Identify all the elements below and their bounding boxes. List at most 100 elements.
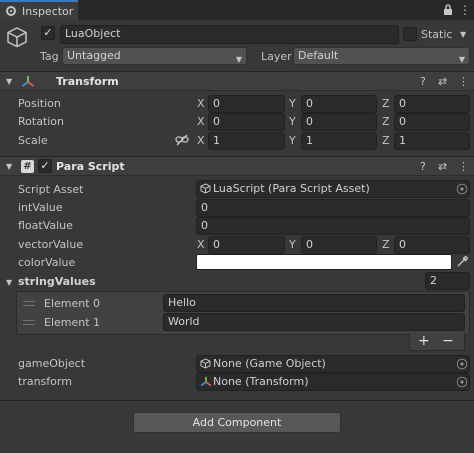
string-values-list: Element 0 Hello Element 1 World [16, 291, 470, 335]
game-object-label: gameObject [18, 357, 86, 370]
list-footer: + − [409, 333, 465, 351]
y-axis-label[interactable]: Y [289, 134, 296, 147]
tag-dropdown[interactable]: Untagged ▼ [62, 47, 247, 65]
x-axis-label[interactable]: X [197, 134, 205, 147]
settings-icon[interactable]: ⇄ [438, 160, 447, 173]
rotation-x-input[interactable]: 0 [208, 113, 285, 131]
z-axis-label[interactable]: Z [382, 97, 390, 110]
fold-arrow-icon[interactable]: ▼ [6, 278, 12, 287]
x-axis-label[interactable]: X [197, 115, 205, 128]
y-axis-label[interactable]: Y [289, 238, 296, 251]
position-z-input[interactable]: 0 [394, 95, 470, 113]
inspector-icon [6, 6, 16, 16]
eyedropper-icon[interactable] [456, 255, 469, 268]
tab-bar: Inspector ⋮ [0, 0, 474, 20]
color-value-label: colorValue [18, 256, 76, 269]
float-value-input[interactable]: 0 [196, 217, 470, 235]
scale-y-input[interactable]: 1 [301, 132, 377, 150]
string-values-label: stringValues [18, 275, 96, 288]
position-y-input[interactable]: 0 [301, 95, 377, 113]
float-value-label: floatValue [18, 219, 73, 232]
active-checkbox[interactable]: ✓ [41, 26, 55, 40]
static-checkbox[interactable] [403, 27, 417, 41]
script-asset-value: LuaScript (Para Script Asset) [213, 182, 370, 195]
int-value-label: intValue [18, 201, 63, 214]
vector-value-label: vectorValue [18, 238, 84, 251]
drag-handle-icon[interactable] [23, 320, 35, 325]
drag-handle-icon[interactable] [23, 301, 35, 306]
element-0-input[interactable]: Hello [163, 294, 465, 312]
vector-z-input[interactable]: 0 [394, 236, 470, 254]
position-label: Position [18, 97, 61, 110]
rotation-z-input[interactable]: 0 [394, 113, 470, 131]
z-axis-label[interactable]: Z [382, 238, 390, 251]
object-picker-icon[interactable] [456, 183, 468, 195]
add-component-button[interactable]: Add Component [133, 412, 341, 433]
position-x-input[interactable]: 0 [208, 95, 285, 113]
x-axis-label[interactable]: X [197, 97, 205, 110]
tab-menu-icon[interactable]: ⋮ [459, 3, 471, 17]
int-value-input[interactable]: 0 [196, 199, 470, 217]
rotation-label: Rotation [18, 115, 65, 128]
object-name-input[interactable]: LuaObject [60, 25, 399, 44]
vector-x-input[interactable]: 0 [208, 236, 285, 254]
check-icon: ✓ [43, 26, 53, 39]
remove-element-button[interactable]: − [442, 333, 454, 349]
help-icon[interactable]: ? [420, 160, 426, 173]
transform-title: Transform [56, 75, 119, 88]
layer-dropdown[interactable]: Default ▼ [293, 47, 470, 65]
fold-arrow-icon[interactable]: ▼ [6, 162, 12, 171]
game-object-field[interactable]: None (Game Object) [196, 355, 470, 373]
layer-value: Default [298, 49, 339, 62]
para-script-header[interactable]: ▼ # ✓ Para Script ? ⇄ ⋮ [0, 156, 474, 176]
scale-z-input[interactable]: 1 [394, 132, 470, 150]
transform-icon [200, 376, 212, 387]
tag-value: Untagged [67, 49, 121, 62]
game-object-value: None (Game Object) [213, 357, 326, 370]
cube-icon [200, 358, 211, 369]
element-1-input[interactable]: World [163, 313, 465, 331]
transform-icon [21, 76, 35, 87]
element-0-label: Element 0 [44, 297, 101, 310]
z-axis-label[interactable]: Z [382, 134, 390, 147]
element-1-label: Element 1 [44, 316, 101, 329]
game-object-cube-icon [7, 27, 27, 48]
object-picker-icon[interactable] [456, 358, 468, 370]
divider [0, 400, 474, 401]
check-icon: ✓ [40, 159, 50, 172]
vector-y-input[interactable]: 0 [301, 236, 377, 254]
cube-icon [200, 183, 211, 194]
help-icon[interactable]: ? [420, 75, 426, 88]
z-axis-label[interactable]: Z [382, 115, 390, 128]
transform-field-label: transform [18, 375, 72, 388]
component-enabled-checkbox[interactable]: ✓ [38, 159, 52, 173]
tab-inspector[interactable]: Inspector [0, 0, 78, 20]
more-icon[interactable]: ⋮ [458, 75, 469, 88]
scale-label: Scale [18, 134, 48, 147]
fold-arrow-icon[interactable]: ▼ [6, 77, 12, 86]
scale-x-input[interactable]: 1 [208, 132, 285, 150]
y-axis-label[interactable]: Y [289, 115, 296, 128]
y-axis-label[interactable]: Y [289, 97, 296, 110]
x-axis-label[interactable]: X [197, 238, 205, 251]
more-icon[interactable]: ⋮ [458, 160, 469, 173]
transform-header[interactable]: ▼ Transform ? ⇄ ⋮ [0, 71, 474, 91]
script-asset-field[interactable]: LuaScript (Para Script Asset) [196, 180, 470, 198]
constrain-proportions-icon[interactable] [175, 134, 189, 146]
transform-field-value: None (Transform) [213, 375, 309, 388]
rotation-y-input[interactable]: 0 [301, 113, 377, 131]
lock-icon[interactable] [443, 4, 453, 15]
static-dropdown-arrow-icon[interactable]: ▼ [460, 30, 466, 39]
tag-label: Tag [40, 50, 59, 63]
object-picker-icon[interactable] [456, 376, 468, 388]
chevron-down-icon: ▼ [235, 55, 242, 64]
script-asset-label: Script Asset [18, 183, 84, 196]
para-script-title: Para Script [56, 160, 125, 173]
color-swatch[interactable] [196, 254, 452, 270]
chevron-down-icon: ▼ [458, 55, 465, 64]
add-element-button[interactable]: + [418, 333, 430, 349]
transform-field[interactable]: None (Transform) [196, 373, 470, 391]
settings-icon[interactable]: ⇄ [438, 75, 447, 88]
string-values-size-input[interactable]: 2 [425, 272, 470, 290]
static-label: Static [421, 28, 453, 41]
